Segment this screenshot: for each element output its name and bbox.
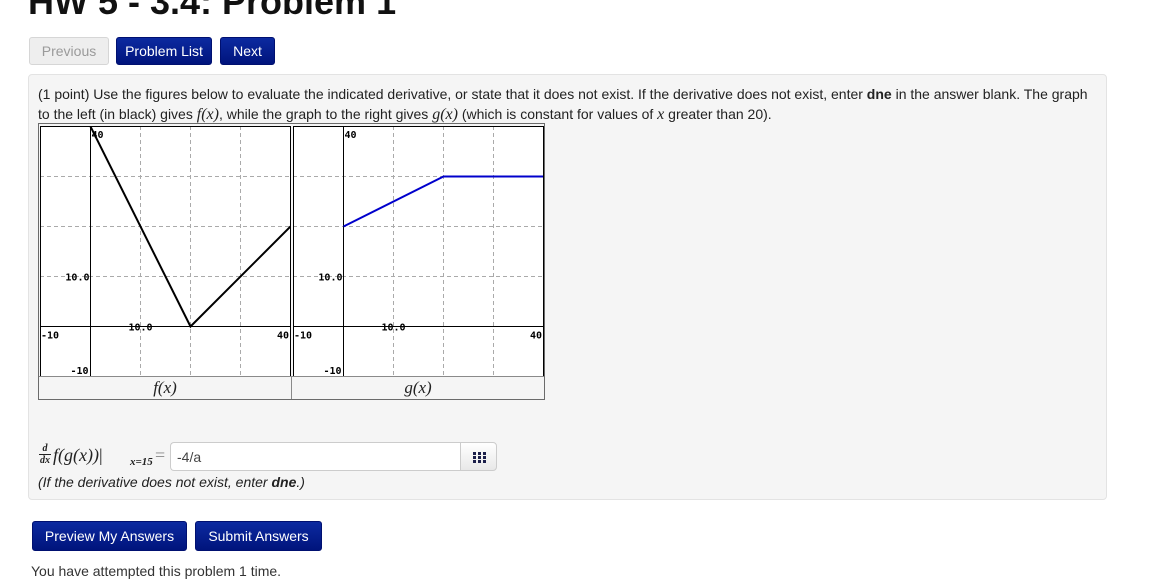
y-tick-label: 10.0 [318,273,342,284]
next-button[interactable]: Next [220,37,275,65]
problem-text-5: greater than 20). [664,106,772,122]
problem-list-button[interactable]: Problem List [116,37,212,65]
graph-frame [293,126,544,377]
attempts-status: You have attempted this problem 1 time. [31,563,282,579]
derivative-expression: d dx f(g(x))| x=15 = [38,442,170,472]
graph-g: 4010.0-10-1010.040 [293,126,544,377]
x-tick-label: 10.0 [128,323,152,334]
grid-icon [473,452,486,463]
answer-input[interactable] [170,442,461,471]
submit-answers-button[interactable]: Submit Answers [195,521,322,551]
page-title: HW 5 - 3.4: Problem 1 [28,0,397,22]
y-tick-label: 10.0 [65,273,89,284]
hint-prefix: (If the derivative does not exist, enter [38,474,272,490]
d-dx-fraction: d dx [39,443,51,466]
x-tick-label: 10.0 [381,323,405,334]
preview-answers-button[interactable]: Preview My Answers [32,521,187,551]
evaluation-point: x=15 [130,456,153,468]
caption-g: g(x) [404,378,432,397]
previous-button[interactable]: Previous [29,37,109,65]
equals-sign: = [155,445,166,465]
y-tick-label-top: 40 [345,130,357,141]
x-tick-label-right: 40 [277,331,289,342]
problem-text-1: (1 point) Use the figures below to evalu… [38,86,867,102]
expression-text: f(g(x)) [53,445,99,465]
caption-f: f(x) [153,378,177,397]
fraction-numerator: d [39,443,51,455]
math-f-of-x: f(x) [196,106,219,123]
hint-suffix: .) [296,474,305,490]
y-tick-label-top: 40 [92,130,104,141]
hint-dne: dne [271,474,297,490]
problem-panel: (1 point) Use the figures below to evalu… [28,74,1107,500]
problem-text-3: , while the graph to the right gives [218,106,433,122]
problem-text-4: (which is constant for values of [457,106,658,122]
x-tick-label-left: -10 [294,331,312,342]
graphs-figure: 40 10.0 -10 -10 10.0 40 40 10.0 -10 -10 10.0 40 f(… [38,123,545,400]
math-g-of-x: g(x) [432,106,458,123]
x-tick-label-left: -10 [41,331,59,342]
problem-statement: (1 point) Use the figures below to evalu… [38,84,1098,125]
answer-hint: (If the derivative does not exist, enter… [38,472,305,492]
graph-frame [40,126,291,377]
evaluation-bar: | [98,445,103,465]
graph-f: 4010.0-10-1010.040 [40,126,291,377]
equation-palette-button[interactable] [460,442,497,471]
fraction-denominator: dx [40,455,50,466]
composite-function: f(g(x))| [53,444,103,466]
x-tick-label-right: 40 [530,331,542,342]
dne-keyword: dne [866,86,892,102]
